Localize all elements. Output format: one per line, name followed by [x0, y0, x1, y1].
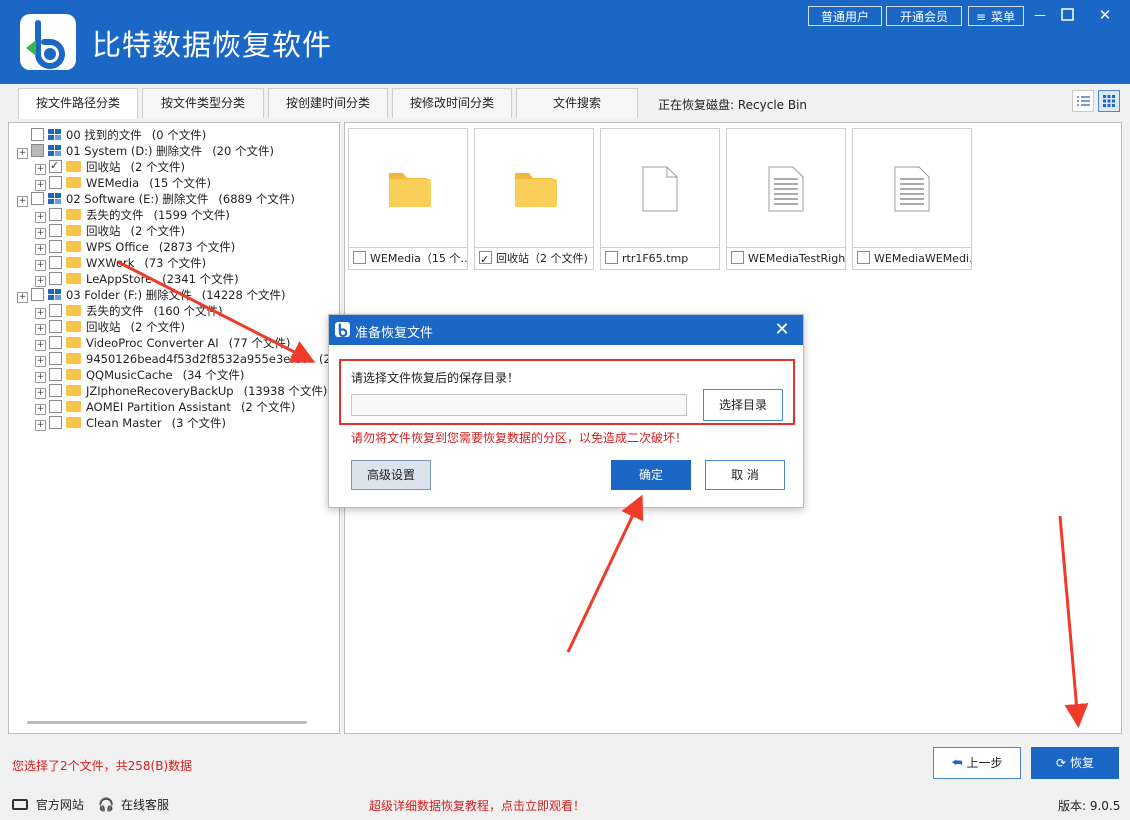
annotation-arrow [566, 494, 644, 653]
annotation-arrow [1058, 515, 1089, 728]
annotation-arrows [117, 260, 1089, 728]
annotation-arrow [117, 260, 316, 363]
